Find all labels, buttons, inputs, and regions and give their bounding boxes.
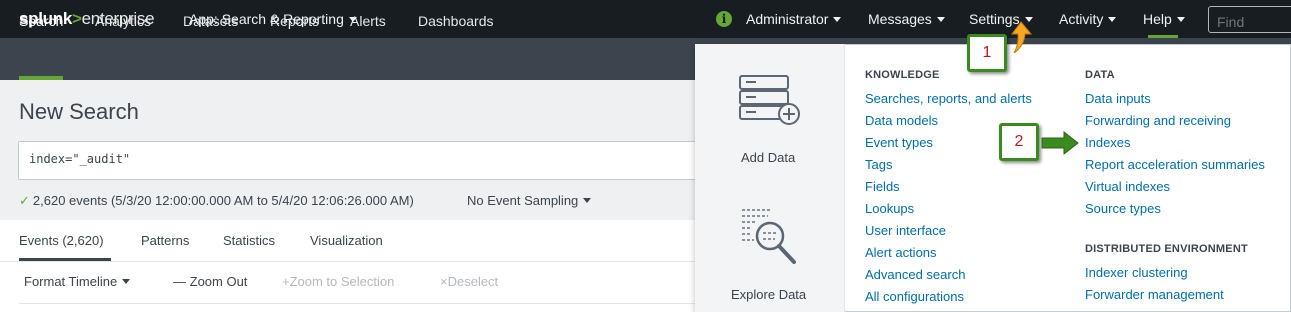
link-forwarding-receiving[interactable]: Forwarding and receiving: [1085, 113, 1231, 128]
event-sampling-label: No Event Sampling: [467, 193, 579, 208]
page-title: New Search: [19, 99, 139, 124]
link-all-configurations[interactable]: All configurations: [865, 289, 964, 304]
nav-item-datasets[interactable]: Datasets: [183, 13, 238, 29]
nav-item-search[interactable]: Search: [19, 13, 63, 29]
event-sampling-dropdown[interactable]: No Event Sampling: [467, 193, 592, 208]
nav-item-reports[interactable]: Reports: [270, 13, 319, 29]
link-searches-reports-alerts[interactable]: Searches, reports, and alerts: [865, 91, 1032, 106]
activity-menu-label: Activity: [1059, 11, 1104, 27]
explore-data-tile-label[interactable]: Explore Data: [731, 287, 806, 302]
knowledge-heading: KNOWLEDGE: [865, 69, 940, 81]
nav-item-analytics[interactable]: Analytics: [95, 13, 151, 29]
format-timeline-label: Format Timeline: [24, 274, 118, 289]
tab-active-indicator: [19, 258, 111, 261]
callout-step-1: 1: [967, 34, 1007, 72]
link-tags[interactable]: Tags: [865, 157, 892, 172]
chevron-down-icon: [583, 198, 592, 203]
check-icon: ✓: [19, 193, 30, 208]
chevron-down-icon: [1176, 17, 1185, 22]
chevron-down-icon: [936, 17, 945, 22]
link-fields[interactable]: Fields: [865, 179, 900, 194]
events-summary-text: 2,620 events (5/3/20 12:00:00.000 AM to …: [32, 193, 414, 208]
deselect-button[interactable]: ×Deselect: [440, 274, 498, 289]
events-summary: ✓ 2,620 events (5/3/20 12:00:00.000 AM to…: [19, 193, 414, 209]
nav-item-dashboards[interactable]: Dashboards: [418, 13, 494, 29]
link-lookups[interactable]: Lookups: [865, 201, 914, 216]
activity-menu[interactable]: Activity: [1059, 11, 1117, 27]
nav-item-alerts[interactable]: Alerts: [350, 13, 386, 29]
link-data-inputs[interactable]: Data inputs: [1085, 91, 1151, 106]
help-menu[interactable]: Help: [1143, 11, 1185, 27]
link-event-types[interactable]: Event types: [865, 135, 933, 150]
add-data-icon[interactable]: [738, 74, 802, 126]
link-data-models[interactable]: Data models: [865, 113, 938, 128]
callout-step-2: 2: [999, 123, 1039, 161]
messages-menu-label: Messages: [868, 11, 932, 27]
link-advanced-search[interactable]: Advanced search: [865, 267, 965, 282]
tab-events[interactable]: Events (2,620): [19, 233, 104, 248]
link-indexes[interactable]: Indexes: [1085, 135, 1131, 150]
chevron-down-icon: [1108, 17, 1117, 22]
find-input[interactable]: [1208, 6, 1291, 33]
administrator-menu-label: Administrator: [746, 11, 829, 27]
info-icon[interactable]: i: [716, 11, 732, 27]
zoom-to-selection-label: Zoom to Selection: [289, 274, 395, 289]
link-indexer-clustering[interactable]: Indexer clustering: [1085, 265, 1188, 280]
deselect-label: Deselect: [447, 274, 499, 289]
link-source-types[interactable]: Source types: [1085, 201, 1161, 216]
arrow-right-icon: [1041, 130, 1079, 156]
zoom-out-label: Zoom Out: [189, 274, 248, 289]
format-timeline-button[interactable]: Format Timeline: [24, 274, 131, 289]
help-menu-label: Help: [1143, 11, 1172, 27]
link-forwarder-management[interactable]: Forwarder management: [1085, 287, 1224, 302]
plus-icon: +: [282, 274, 290, 289]
zoom-out-button[interactable]: — Zoom Out: [173, 274, 247, 289]
link-virtual-indexes[interactable]: Virtual indexes: [1085, 179, 1170, 194]
administrator-menu[interactable]: Administrator: [746, 11, 842, 27]
minus-icon: —: [173, 274, 186, 289]
arrow-up-icon: [1011, 21, 1033, 54]
add-data-tile-label[interactable]: Add Data: [741, 150, 795, 165]
logo-chevron: >: [72, 9, 82, 28]
link-report-acceleration-summaries[interactable]: Report acceleration summaries: [1085, 157, 1265, 172]
zoom-to-selection-button[interactable]: +Zoom to Selection: [282, 274, 394, 289]
distributed-environment-heading: DISTRIBUTED ENVIRONMENT: [1085, 243, 1248, 255]
explore-data-icon[interactable]: [738, 206, 802, 268]
tab-patterns[interactable]: Patterns: [141, 233, 189, 248]
data-heading: DATA: [1085, 69, 1115, 81]
tab-statistics[interactable]: Statistics: [223, 233, 275, 248]
divider: [19, 303, 699, 304]
link-user-interface[interactable]: User interface: [865, 223, 946, 238]
link-alert-actions[interactable]: Alert actions: [865, 245, 937, 260]
tab-visualization[interactable]: Visualization: [310, 233, 383, 248]
messages-menu[interactable]: Messages: [868, 11, 945, 27]
search-query-input[interactable]: index="_audit": [18, 141, 708, 180]
chevron-down-icon: [122, 279, 131, 284]
chevron-down-icon: [833, 17, 842, 22]
close-icon: ×: [440, 274, 448, 289]
